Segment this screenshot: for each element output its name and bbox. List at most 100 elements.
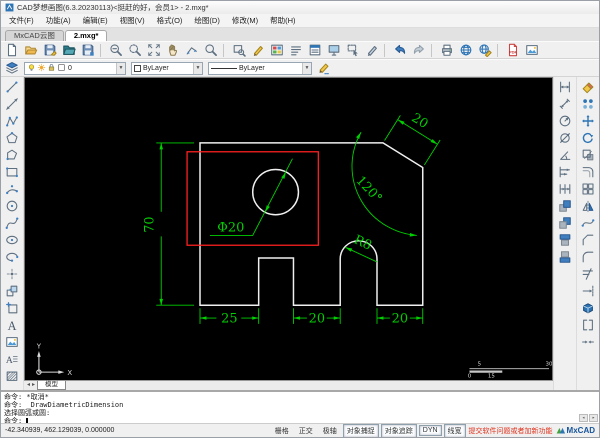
layers-stack-icon[interactable] [3,60,21,76]
properties-palette-icon[interactable] [306,42,324,58]
select-icon[interactable] [344,42,362,58]
zoom-prev-icon[interactable] [183,42,201,58]
draw-order-front-icon[interactable] [556,198,575,213]
dim-diameter-icon[interactable] [556,130,575,145]
draw-order-back-icon[interactable] [556,215,575,230]
status-toggle-lineweight[interactable]: 线宽 [443,423,466,437]
status-toggle-osnap[interactable]: 对象捕捉 [342,423,379,437]
zoom-in-icon[interactable] [202,42,220,58]
draw-order-below-icon[interactable] [556,249,575,264]
array-icon[interactable] [579,181,598,196]
display-settings-icon[interactable] [325,42,343,58]
break-icon[interactable] [579,317,598,332]
offset-icon[interactable] [579,164,598,179]
drawing-canvas[interactable]: 70 25 20 20 Φ20 20 120° R8 Y X 5 0 15 30 [24,77,553,380]
scroll-right-icon[interactable]: ▸ [589,414,598,422]
mirror-icon[interactable] [579,198,598,213]
arc-icon[interactable] [3,181,22,196]
draw-order-above-icon[interactable] [556,232,575,247]
tab-scroll-left-icon[interactable]: ◂ [27,381,30,390]
dim-angular-icon[interactable] [556,147,575,162]
block-insert-icon[interactable] [3,283,22,298]
model-tab[interactable]: 模型 [37,381,67,390]
polygon-icon[interactable] [3,130,22,145]
move-icon[interactable] [579,113,598,128]
fillet-icon[interactable] [579,249,598,264]
circle-icon[interactable] [3,198,22,213]
trim-icon[interactable] [579,266,598,281]
menu-item-help[interactable]: 帮助(H) [264,14,301,27]
redo-icon[interactable] [410,42,428,58]
menu-item-modify[interactable]: 修改(M) [226,14,264,27]
menu-item-function[interactable]: 功能(A) [40,14,77,27]
image-export-icon[interactable] [523,42,541,58]
folder-open-icon[interactable] [60,42,78,58]
erase-icon[interactable] [579,79,598,94]
web-icon[interactable] [457,42,475,58]
point-icon[interactable] [3,266,22,281]
rotate-icon[interactable] [579,130,598,145]
text-style-icon[interactable] [287,42,305,58]
image-icon[interactable] [3,334,22,349]
web-edit-icon[interactable] [476,42,494,58]
color-select[interactable]: ByLayer ▼ [131,61,203,75]
find-icon[interactable] [230,42,248,58]
dim-continue-icon[interactable] [556,181,575,196]
menu-item-draw[interactable]: 绘图(D) [188,14,225,27]
menu-item-file[interactable]: 文件(F) [3,14,40,27]
layer-select[interactable]: 0 ▼ [24,61,126,75]
chamfer-icon[interactable] [579,232,598,247]
scroll-left-icon[interactable]: ◂ [579,414,588,422]
rectangle-icon[interactable] [3,164,22,179]
dim-aligned-icon[interactable] [556,96,575,111]
undo-icon[interactable] [391,42,409,58]
file-open-icon[interactable] [22,42,40,58]
copy-icon[interactable] [579,96,598,111]
status-toggle-ortho[interactable]: 正交 [295,424,317,438]
ellipse-icon[interactable] [3,232,22,247]
status-toggle-dyn[interactable]: DYN [418,425,442,436]
tab-scroll-right-icon[interactable]: ▸ [32,381,35,390]
closed-shape-icon[interactable] [3,147,22,162]
menu-item-edit[interactable]: 编辑(E) [77,14,114,27]
block-create-icon[interactable] [3,300,22,315]
polyline-icon[interactable] [3,113,22,128]
pdf-export-icon[interactable]: PDF [504,42,522,58]
print-icon[interactable] [438,42,456,58]
menu-item-format[interactable]: 格式(O) [151,14,189,27]
draw-pencil-icon[interactable] [249,42,267,58]
text-icon[interactable]: A [3,317,22,332]
layer-manager-icon[interactable] [268,42,286,58]
dim-baseline-icon[interactable] [556,164,575,179]
extend-icon[interactable] [579,283,598,298]
zoom-window-icon[interactable] [126,42,144,58]
join-icon[interactable] [579,334,598,349]
menu-item-view[interactable]: 视图(V) [114,14,151,27]
explode-icon[interactable] [579,300,598,315]
ellipse-arc-icon[interactable] [3,249,22,264]
linetype-select[interactable]: ByLayer ▼ [208,61,312,75]
zoom-out-icon[interactable] [107,42,125,58]
status-toggle-otrack[interactable]: 对象追踪 [380,423,417,437]
status-toggle-grid[interactable]: 栅格 [271,424,293,438]
feedback-link[interactable]: 提交软件问题或者加新功能 [469,426,553,436]
save-as-icon[interactable] [79,42,97,58]
dim-radius-icon[interactable] [556,113,575,128]
document-tab-0[interactable]: MxCAD云图 [5,30,64,41]
dim-linear-icon[interactable] [556,79,575,94]
line-icon[interactable] [3,79,22,94]
hatch-icon[interactable] [3,368,22,383]
draw-pencil-icon[interactable] [315,60,333,76]
command-prompt-line[interactable]: 命令: [4,417,596,423]
spline-icon[interactable] [3,215,22,230]
status-toggle-polar[interactable]: 极轴 [319,424,341,438]
file-new-icon[interactable] [3,42,21,58]
pan-icon[interactable] [164,42,182,58]
command-line[interactable]: 命令: *取消* 命令: _DrawDiametricDimension 选择圆弧或… [1,390,599,423]
spline-fit-icon[interactable] [579,215,598,230]
scale-icon[interactable] [579,147,598,162]
document-tab-1[interactable]: 2.mxg* [64,30,108,41]
construction-line-icon[interactable] [3,96,22,111]
file-save-icon[interactable] [41,42,59,58]
mtext-icon[interactable]: A [3,351,22,366]
